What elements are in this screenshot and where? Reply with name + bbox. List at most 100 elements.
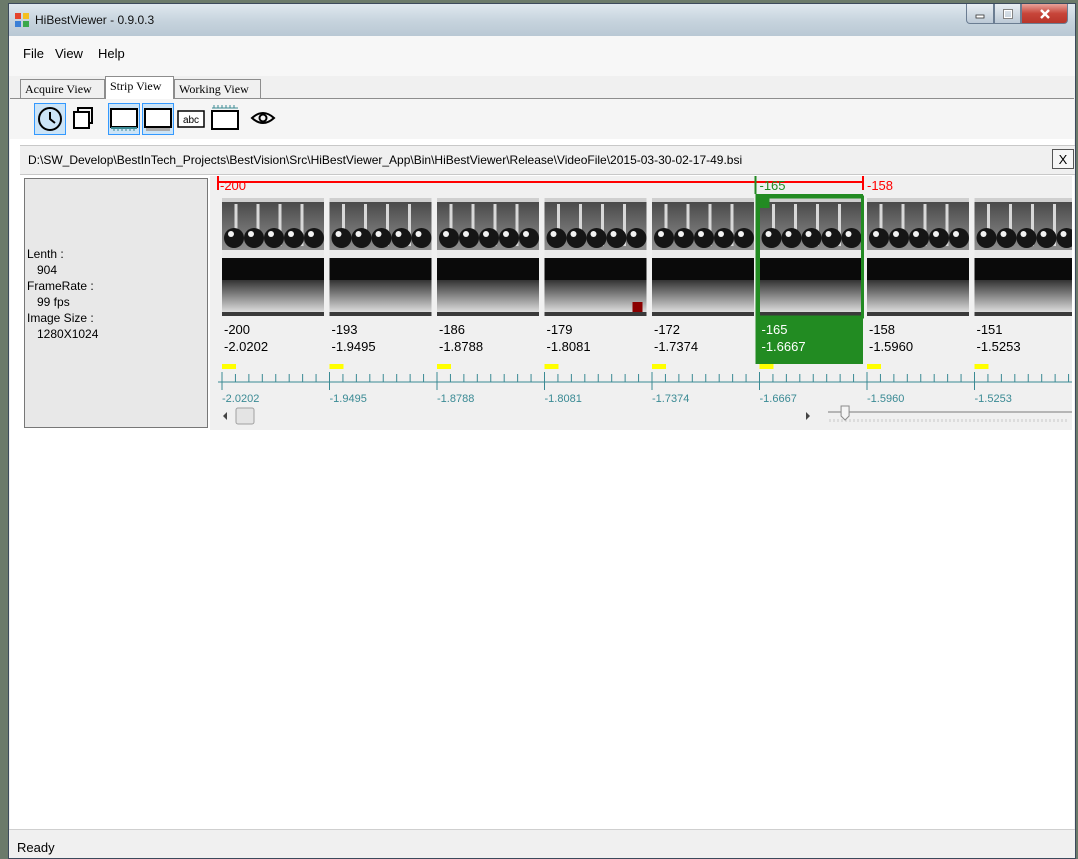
menu-view[interactable]: View	[55, 46, 83, 61]
range-start-label: -200	[220, 178, 246, 193]
frame-item[interactable]: -172 -1.7374	[650, 196, 756, 354]
app-window: HiBestViewer - 0.9.0.3 File View Help Ac…	[8, 3, 1076, 859]
frame-item[interactable]: -200 -2.0202	[220, 196, 326, 354]
frame-thumbnail	[865, 196, 971, 318]
frame-tick	[544, 364, 559, 369]
frame-tick	[652, 364, 666, 369]
frame-thumbnail	[435, 196, 541, 318]
range-end-label: -158	[867, 178, 893, 193]
frame-thumbnail	[973, 196, 1072, 318]
frame-time: -1.5253	[977, 339, 1021, 354]
frame-number: -200	[224, 322, 250, 337]
close-button[interactable]	[1021, 4, 1068, 24]
eye-button[interactable]	[248, 103, 280, 135]
copy-frame-button[interactable]	[68, 103, 100, 135]
menu-help[interactable]: Help	[98, 46, 125, 61]
ruler-label: -1.6667	[760, 393, 797, 405]
maximize-button[interactable]	[994, 4, 1021, 24]
maximize-icon	[1002, 8, 1013, 19]
length-value: 904	[37, 263, 58, 277]
svg-text:abc: abc	[183, 115, 199, 126]
file-path-bar: D:\SW_Develop\BestInTech_Projects\BestVi…	[20, 145, 1075, 175]
strip-top-ruler-button[interactable]	[210, 103, 242, 135]
strip-scrollbar[interactable]	[218, 407, 818, 425]
length-label: Lenth :	[27, 247, 64, 261]
menu-bar: File View Help	[9, 36, 1075, 76]
close-file-button[interactable]: X	[1052, 149, 1074, 169]
zoom-slider-thumb[interactable]	[840, 405, 850, 421]
minimize-button[interactable]	[966, 4, 994, 24]
status-bar: Ready	[9, 829, 1075, 858]
time-ruler: -2.0202 -1.9495 -1.8788 -1.8081 -1.7374 -1.66…	[218, 364, 1072, 405]
video-info-panel: Lenth : 904 FrameRate : 99 fps Image Siz…	[24, 178, 208, 428]
tab-strip-view[interactable]: Strip View	[105, 76, 174, 99]
framerate-label: FrameRate :	[27, 279, 94, 293]
close-icon	[1039, 8, 1050, 19]
frame-time: -1.5960	[869, 339, 913, 354]
text-label-button[interactable]: abc	[176, 103, 208, 135]
frame-strip[interactable]: -200 -165 -158 -200 -2.0202 -193 -1.9495 -186-…	[210, 176, 1072, 430]
app-icon	[15, 13, 29, 27]
ruler-label: -1.7374	[652, 393, 689, 405]
strip-bottom-ruler-icon	[110, 108, 138, 131]
ruler-label: -1.8081	[545, 393, 582, 405]
copy-frame-icon	[73, 107, 93, 129]
frame-thumbnail	[650, 196, 756, 318]
frame-item[interactable]: -193 -1.9495	[328, 196, 433, 354]
eye-icon	[250, 112, 276, 124]
tab-working-view[interactable]: Working View	[174, 79, 261, 98]
clock-button[interactable]	[34, 103, 66, 135]
frame-thumbnails: -200 -2.0202 -193 -1.9495 -186 -1.8788 -179 -1.…	[220, 194, 1073, 364]
frame-thumbnail	[543, 196, 648, 318]
strip-view-panel: abc D:\SW_Develop\BestInTech_Projects\Be…	[10, 98, 1075, 830]
frame-item[interactable]: -179 -1.8081	[543, 196, 648, 354]
frame-number: -158	[869, 322, 895, 337]
ruler-label: -1.5253	[975, 393, 1012, 405]
frame-number: -179	[547, 322, 573, 337]
ruler-label: -2.0202	[222, 393, 259, 405]
toolbar: abc	[10, 99, 1074, 139]
frame-item[interactable]: -186 -1.8788	[435, 196, 541, 354]
strip-top-ruler-icon	[211, 105, 239, 130]
menu-file[interactable]: File	[23, 46, 44, 61]
framerate-value: 99 fps	[37, 295, 70, 309]
minimize-icon	[975, 14, 985, 18]
frame-time: -1.7374	[654, 339, 698, 354]
file-path: D:\SW_Develop\BestInTech_Projects\BestVi…	[28, 153, 743, 167]
strip-single-icon	[144, 108, 172, 131]
tab-acquire-view[interactable]: Acquire View	[20, 79, 105, 98]
text-label-icon: abc	[177, 110, 205, 128]
strip-bottom-ruler-button[interactable]	[108, 103, 140, 135]
strip-scroll	[218, 405, 1072, 425]
clock-icon	[38, 107, 62, 131]
frame-number: -172	[654, 322, 680, 337]
frame-strip-canvas: -200 -165 -158 -200-2.0202-193-1.9495-186-…	[217, 176, 1073, 425]
frame-tick	[974, 364, 989, 369]
status-text: Ready	[17, 840, 55, 855]
image-size-label: Image Size :	[27, 311, 94, 325]
frame-marker	[632, 302, 643, 312]
scroll-thumb[interactable]	[235, 407, 255, 425]
frame-item[interactable]: -158 -1.5960	[865, 196, 971, 354]
range-current-label: -165	[760, 178, 786, 193]
image-size-value: 1280X1024	[37, 327, 99, 341]
frame-tick	[222, 364, 236, 369]
frame-time: -1.8081	[547, 339, 591, 354]
frame-item[interactable]: -151 -1.5253	[973, 196, 1073, 354]
frame-thumbnail	[758, 196, 863, 318]
title-bar[interactable]: HiBestViewer - 0.9.0.3	[9, 4, 1075, 36]
frame-time: -1.6667	[762, 339, 806, 354]
frame-thumbnail	[220, 196, 326, 318]
frame-number: -165	[762, 322, 788, 337]
ruler-label: -1.8788	[437, 393, 474, 405]
strip-single-button[interactable]	[142, 103, 174, 135]
range-markers: -200 -165 -158	[217, 176, 893, 194]
frame-number: -151	[977, 322, 1003, 337]
frame-tick	[759, 364, 774, 369]
window-title: HiBestViewer - 0.9.0.3	[35, 13, 155, 27]
frame-time: -1.8788	[439, 339, 483, 354]
frame-tick	[329, 364, 344, 369]
frame-thumbnail	[328, 196, 433, 318]
frame-time: -1.9495	[332, 339, 376, 354]
view-tabs: Acquire View Strip View Working View	[9, 76, 1075, 99]
